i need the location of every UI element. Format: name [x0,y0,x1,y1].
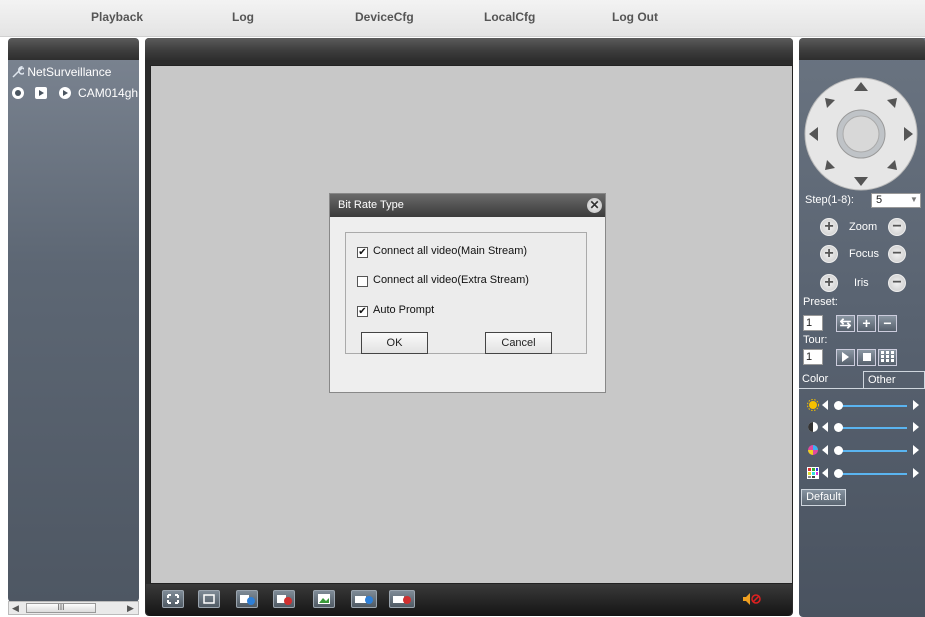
extra-stream-checkbox[interactable] [357,276,368,287]
brightness-increase-icon[interactable] [913,400,919,410]
stop-all-video-button[interactable] [389,590,415,608]
record-all-button[interactable] [236,590,258,608]
play-circle-icon[interactable] [58,87,71,99]
contrast-slider[interactable] [807,421,921,435]
contrast-track[interactable] [835,427,907,429]
ptz-panel-header [799,38,925,60]
tour-stop-button[interactable] [857,349,876,366]
iris-label: Iris [854,277,869,289]
contrast-decrease-icon[interactable] [822,422,828,432]
hue-slider[interactable] [807,467,921,481]
hue-grid-icon [807,467,819,482]
step-value: 5 [876,194,883,206]
brightness-track[interactable] [835,405,907,407]
scroll-right-arrow-icon[interactable]: ▶ [127,603,134,614]
wrench-icon [12,65,26,78]
tree-root[interactable]: NetSurveillance [12,65,111,79]
saturation-track[interactable] [835,450,907,452]
step-select[interactable]: 5 ▼ [871,193,921,208]
tour-label: Tour: [803,334,828,346]
zoom-out-button[interactable]: − [888,218,906,236]
auto-prompt-checkbox[interactable]: ✔ [357,306,368,317]
dialog-titlebar: Bit Rate Type ✕ [330,194,605,217]
stop-record-button[interactable] [273,590,295,608]
contrast-icon [807,421,819,436]
hue-increase-icon[interactable] [913,468,919,478]
camera-label: CAM014gh [78,86,139,100]
preset-label: Preset: [803,296,838,308]
preset-input[interactable]: 1 [803,315,823,331]
focus-label: Focus [849,248,879,260]
focus-far-button[interactable]: − [888,245,906,263]
brightness-thumb[interactable] [834,401,843,410]
device-tree-header [8,38,139,60]
zoom-in-button[interactable]: + [820,218,838,236]
add-preset-button[interactable]: + [857,315,876,332]
record-icon[interactable] [12,87,24,99]
menu-devicecfg[interactable]: DeviceCfg [355,10,414,24]
brightness-slider[interactable] [807,399,921,413]
saturation-icon [807,444,819,459]
menu-localcfg[interactable]: LocalCfg [484,10,535,24]
hue-track[interactable] [835,473,907,475]
horizontal-scrollbar[interactable]: ◀ III ▶ [8,601,139,615]
main-stream-label: Connect all video(Main Stream) [373,245,528,257]
play-square-icon[interactable] [35,87,48,99]
tab-other[interactable]: Other [863,371,925,388]
video-toolbar [146,584,792,616]
fullscreen-button[interactable] [162,590,184,608]
tour-input[interactable]: 1 [803,349,823,365]
hue-decrease-icon[interactable] [822,468,828,478]
saturation-decrease-icon[interactable] [822,445,828,455]
default-button[interactable]: Default [801,489,846,506]
tour-grid-button[interactable] [878,349,897,366]
menu-logout[interactable]: Log Out [612,10,658,24]
menu-log[interactable]: Log [232,10,254,24]
saturation-thumb[interactable] [834,446,843,455]
dialog-title: Bit Rate Type [338,199,404,211]
bit-rate-dialog: Bit Rate Type ✕ ✔ Connect all video(Main… [329,193,606,393]
top-menu-bar: Playback Log DeviceCfg LocalCfg Log Out [0,0,925,37]
auto-prompt-label: Auto Prompt [373,304,435,316]
brightness-decrease-icon[interactable] [822,400,828,410]
tab-color[interactable]: Color [799,371,861,388]
close-icon[interactable]: ✕ [587,198,602,213]
goto-preset-button[interactable]: ⇆ [836,315,855,332]
ptz-panel: Step(1-8): 5 ▼ + Zoom − + Focus − + Iris… [799,38,925,617]
focus-near-button[interactable]: + [820,245,838,263]
zoom-label: Zoom [849,221,878,233]
start-all-video-button[interactable] [351,590,377,608]
device-tree-panel: NetSurveillance CAM014gh [8,38,139,602]
step-label: Step(1-8): [805,194,854,206]
contrast-increase-icon[interactable] [913,422,919,432]
tree-root-label: NetSurveillance [27,65,112,79]
scroll-thumb[interactable]: III [26,603,96,613]
brightness-icon [807,399,819,414]
main-stream-checkbox[interactable]: ✔ [357,247,368,258]
saturation-slider[interactable] [807,444,921,458]
contrast-thumb[interactable] [834,423,843,432]
tree-camera-item[interactable]: CAM014gh [12,86,138,100]
remove-preset-button[interactable]: − [878,315,897,332]
chevron-down-icon: ▼ [910,195,918,204]
hue-thumb[interactable] [834,469,843,478]
single-view-button[interactable] [198,590,220,608]
mute-speaker-icon[interactable] [742,592,762,609]
snapshot-button[interactable] [313,590,335,608]
iris-close-button[interactable]: − [888,274,906,292]
saturation-increase-icon[interactable] [913,445,919,455]
video-panel-header [145,38,793,60]
extra-stream-label: Connect all video(Extra Stream) [373,274,529,286]
iris-open-button[interactable]: + [820,274,838,292]
scroll-left-arrow-icon[interactable]: ◀ [12,603,19,614]
ptz-direction-pad[interactable] [803,76,919,192]
menu-playback[interactable]: Playback [91,10,143,24]
ok-button[interactable]: OK [361,332,428,354]
color-tab-strip: Color Other [799,371,925,389]
cancel-button[interactable]: Cancel [485,332,552,354]
tour-play-button[interactable] [836,349,855,366]
